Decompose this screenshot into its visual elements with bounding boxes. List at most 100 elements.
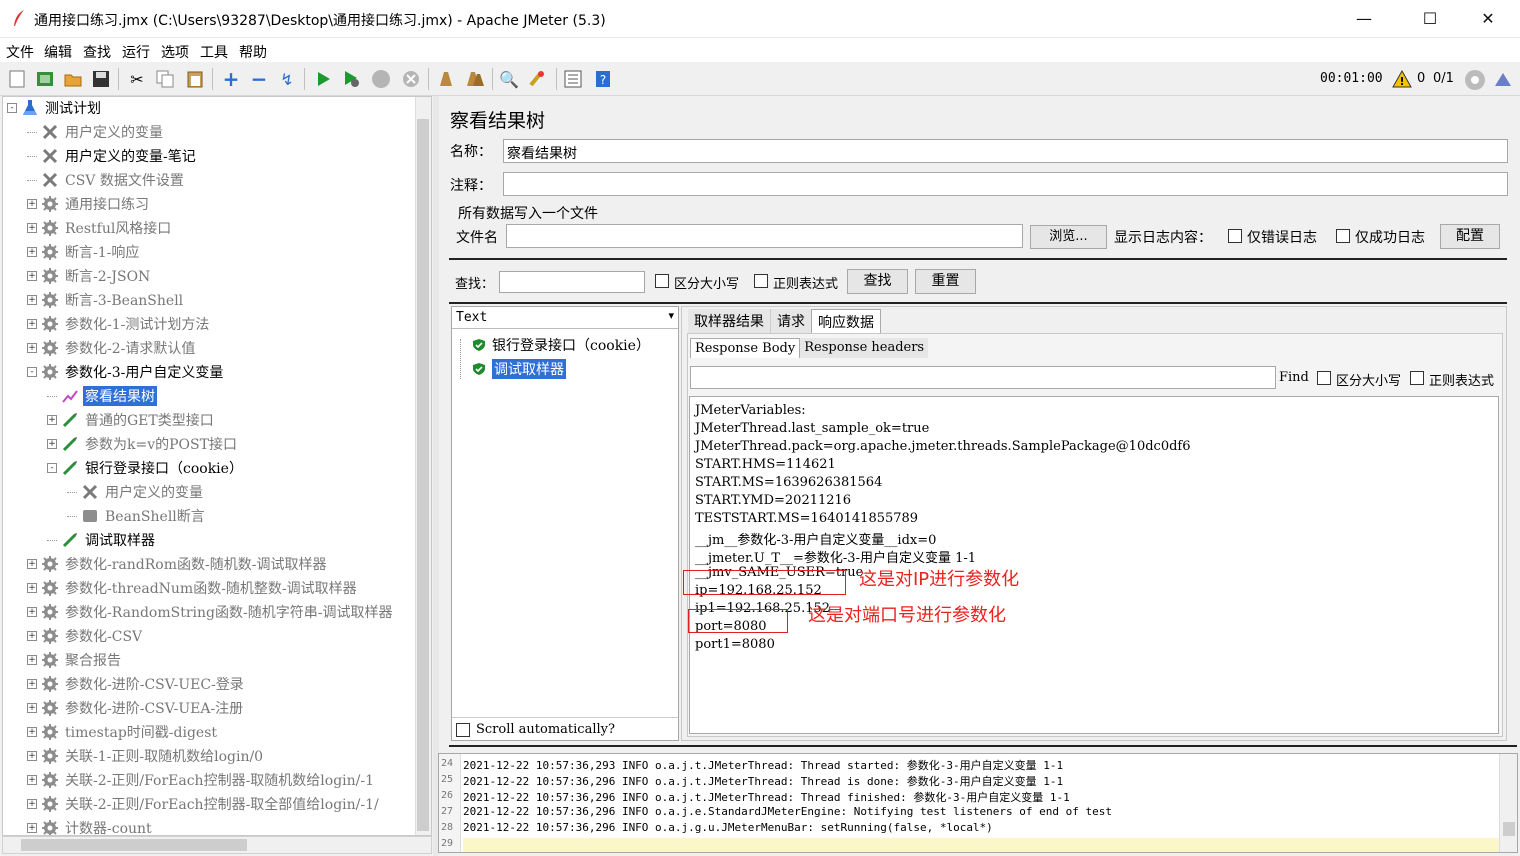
start-icon[interactable] (312, 68, 334, 90)
expand-node-icon[interactable]: + (27, 799, 37, 809)
logo-icon[interactable] (1493, 70, 1513, 90)
expand-node-icon[interactable]: + (27, 295, 37, 305)
tree-node[interactable]: - 测试计划 (7, 97, 103, 119)
tree-node[interactable]: + Restful风格接口 (27, 217, 173, 239)
sample-item-login[interactable]: 银行登录接口（cookie） (472, 335, 650, 355)
expand-node-icon[interactable]: + (27, 583, 37, 593)
tree-node[interactable]: + 参数化-threadNum函数-随机整数-调试取样器 (27, 577, 359, 599)
menu-tools[interactable]: 工具 (200, 42, 228, 62)
menu-search[interactable]: 查找 (83, 42, 111, 62)
success-only-checkbox[interactable] (1336, 229, 1350, 243)
reset-button[interactable]: 重置 (915, 269, 976, 294)
expand-node-icon[interactable]: + (27, 631, 37, 641)
response-body-text[interactable]: JMeterVariables: JMeterThread.last_sample… (689, 396, 1499, 734)
search-button[interactable]: 查找 (847, 269, 908, 294)
expand-node-icon[interactable]: + (27, 727, 37, 737)
menu-edit[interactable]: 编辑 (44, 42, 72, 62)
menu-file[interactable]: 文件 (6, 42, 34, 62)
config-button[interactable]: 配置 (1440, 224, 1500, 249)
search-field[interactable] (499, 271, 645, 293)
expand-node-icon[interactable]: + (27, 319, 37, 329)
tree-node[interactable]: 察看结果树 (47, 385, 157, 407)
errors-only-checkbox[interactable] (1228, 229, 1242, 243)
tree-node[interactable]: + 关联-2-正则/ForEach控制器-取全部值给login/-1/ (27, 793, 381, 815)
tree-node[interactable]: + timestap时间戳-digest (27, 721, 219, 743)
results-divider[interactable] (449, 302, 1507, 305)
collapse-node-icon[interactable]: - (7, 103, 17, 113)
log-vertical-scrollbar[interactable] (1499, 754, 1517, 852)
tree-node[interactable]: 用户定义的变量-笔记 (27, 145, 198, 167)
tree-node[interactable]: 调试取样器 (47, 529, 157, 551)
shutdown-icon[interactable] (400, 68, 422, 90)
collapse-node-icon[interactable]: - (47, 463, 57, 473)
close-button[interactable]: ✕ (1466, 6, 1510, 32)
clear-icon[interactable] (434, 68, 456, 90)
search-icon[interactable]: 🔍 (498, 68, 520, 90)
expand-node-icon[interactable]: + (27, 271, 37, 281)
split-pane-divider[interactable] (433, 96, 439, 856)
search-divider[interactable] (449, 258, 1507, 261)
expand-node-icon[interactable]: + (27, 823, 37, 833)
tree-node[interactable]: - 银行登录接口（cookie） (47, 457, 245, 479)
tree-horizontal-scrollbar[interactable] (2, 836, 432, 854)
subtab-response-headers[interactable]: Response headers (800, 338, 929, 358)
expand-node-icon[interactable]: + (27, 343, 37, 353)
warning-icon[interactable]: ! (1392, 70, 1412, 88)
comment-field[interactable] (503, 172, 1508, 196)
tree-node[interactable]: + 聚合报告 (27, 649, 123, 671)
menu-run[interactable]: 运行 (122, 42, 150, 62)
expand-node-icon[interactable]: + (27, 607, 37, 617)
expand-node-icon[interactable]: + (27, 247, 37, 257)
paste-icon[interactable] (184, 68, 206, 90)
find-field[interactable] (690, 366, 1276, 389)
tree-node[interactable]: + 参数化-进阶-CSV-UEA-注册 (27, 697, 245, 719)
expand-node-icon[interactable]: + (27, 559, 37, 569)
tree-node[interactable]: + 参数化-进阶-CSV-UEC-登录 (27, 673, 246, 695)
browse-button[interactable]: 浏览... (1030, 225, 1107, 249)
filename-field[interactable] (506, 224, 1023, 248)
open-icon[interactable] (62, 68, 84, 90)
templates-icon[interactable] (34, 68, 56, 90)
name-field[interactable]: 察看结果树 (503, 139, 1508, 163)
renderer-select[interactable]: Text ▾ (452, 307, 678, 329)
tree-node[interactable]: + 关联-2-正则/ForEach控制器-取随机数给login/-1 (27, 769, 376, 791)
find-regex-checkbox[interactable] (1410, 371, 1424, 385)
tree-node[interactable]: + 参数化-2-请求默认值 (27, 337, 197, 359)
find-case-checkbox[interactable] (1317, 371, 1331, 385)
expand-node-icon[interactable]: + (27, 703, 37, 713)
expand-icon[interactable]: + (220, 67, 242, 91)
tree-node[interactable]: + 参数为k=v的POST接口 (47, 433, 239, 455)
tree-node[interactable]: + 断言-3-BeanShell (27, 289, 185, 311)
maximize-button[interactable]: ☐ (1408, 6, 1452, 32)
expand-node-icon[interactable]: + (27, 199, 37, 209)
tab-request[interactable]: 请求 (770, 309, 811, 334)
tree-node[interactable]: CSV 数据文件设置 (27, 169, 186, 191)
reset-search-icon[interactable] (526, 68, 548, 90)
tree-node[interactable]: + 通用接口练习 (27, 193, 151, 215)
minimize-button[interactable]: — (1342, 6, 1386, 32)
menu-help[interactable]: 帮助 (239, 42, 267, 62)
tree-node[interactable]: + 断言-1-响应 (27, 241, 141, 263)
tree-node[interactable]: + 参数化-RandomString函数-随机字符串-调试取样器 (27, 601, 394, 623)
function-helper-icon[interactable] (562, 68, 584, 90)
tree-node[interactable]: + 普通的GET类型接口 (47, 409, 216, 431)
expand-node-icon[interactable]: + (27, 775, 37, 785)
copy-icon[interactable] (154, 68, 176, 90)
scroll-auto-checkbox[interactable] (456, 722, 470, 737)
tree-node[interactable]: + 关联-1-正则-取随机数给login/0 (27, 745, 265, 767)
regex-checkbox[interactable] (754, 274, 768, 288)
save-icon[interactable] (90, 68, 112, 90)
help-icon[interactable]: ? (592, 68, 614, 90)
tree-node[interactable]: - 参数化-3-用户自定义变量 (27, 361, 225, 383)
collapse-icon[interactable]: − (248, 67, 270, 91)
tree-node[interactable]: + 计数器-count (27, 817, 154, 835)
collapse-node-icon[interactable]: - (27, 367, 37, 377)
tree-node[interactable]: + 参数化-CSV (27, 625, 144, 647)
expand-node-icon[interactable]: + (47, 415, 57, 425)
tree-node[interactable]: 用户定义的变量 (27, 121, 165, 143)
tab-sampler-result[interactable]: 取样器结果 (688, 309, 770, 334)
tree-node[interactable]: 用户定义的变量 (67, 481, 205, 503)
case-sensitive-checkbox[interactable] (655, 274, 669, 288)
tree-node[interactable]: + 参数化-randRom函数-随机数-调试取样器 (27, 553, 328, 575)
new-icon[interactable] (6, 68, 28, 90)
